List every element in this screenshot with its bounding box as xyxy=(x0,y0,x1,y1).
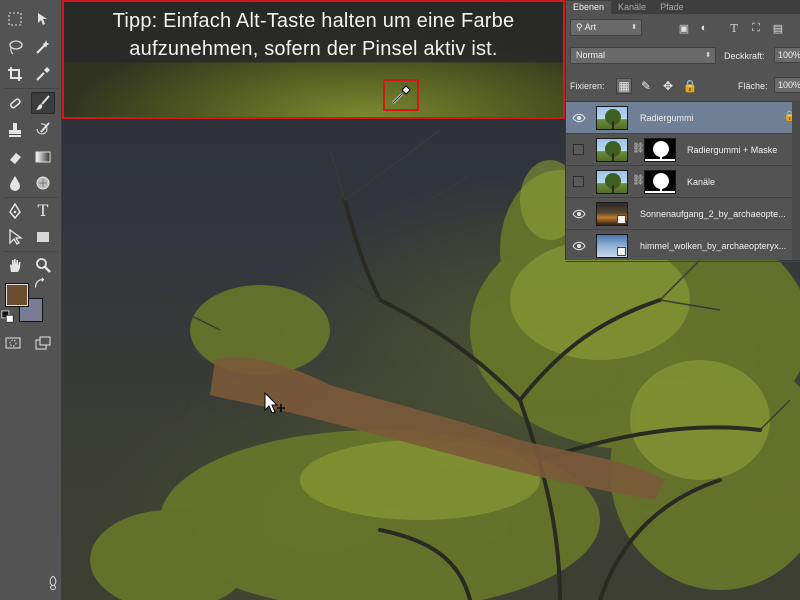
panel-tabs: Ebenen Kanäle Pfade xyxy=(566,0,800,14)
foreground-color-swatch[interactable] xyxy=(5,283,29,307)
smart-object-badge-icon xyxy=(617,215,626,224)
lasso-tool-icon[interactable] xyxy=(3,36,27,58)
smart-object-filter-icon[interactable]: ▤ xyxy=(770,20,786,36)
tab-pfade[interactable]: Pfade xyxy=(653,1,691,14)
layer-name: Sonnenaufgang_2_by_archaeopte... xyxy=(640,209,786,219)
visibility-eye-icon[interactable] xyxy=(572,207,586,221)
move-tool-icon[interactable] xyxy=(31,8,55,30)
tools-divider xyxy=(4,197,58,198)
fill-label: Fläche: xyxy=(738,81,768,91)
visibility-eye-icon[interactable] xyxy=(572,111,586,125)
tab-kanaele[interactable]: Kanäle xyxy=(611,1,653,14)
tools-divider xyxy=(4,251,58,252)
lock-all-icon[interactable]: 🔒 xyxy=(682,78,698,94)
search-icon: ⚲ xyxy=(576,22,585,32)
history-brush-tool-icon[interactable] xyxy=(31,119,55,141)
opacity-input[interactable]: 100% xyxy=(774,47,800,63)
layer-name: Radiergummi + Maske xyxy=(687,145,778,155)
lock-transparency-icon[interactable]: ▦ xyxy=(616,78,632,94)
layer-mask-thumbnail[interactable] xyxy=(644,138,676,162)
layer-row[interactable]: Radiergummi 🔒 xyxy=(566,102,800,134)
shape-filter-icon[interactable]: ⛶ xyxy=(748,20,764,36)
marquee-tool-icon[interactable] xyxy=(3,8,27,30)
lock-position-icon[interactable]: ✥ xyxy=(660,78,676,94)
pixel-filter-icon[interactable]: ▣ xyxy=(676,20,692,36)
eyedropper-cursor-highlight xyxy=(383,79,419,111)
visibility-eye-icon[interactable] xyxy=(572,239,586,253)
filter-kind-value: Art xyxy=(584,22,597,32)
eraser-tool-icon[interactable] xyxy=(3,146,27,168)
path-selection-tool-icon[interactable] xyxy=(3,226,27,248)
layer-name: himmel_wolken_by_archaeopteryx... xyxy=(640,241,787,251)
layer-name: Radiergummi xyxy=(640,113,694,123)
tools-divider xyxy=(4,88,58,89)
layer-row[interactable]: ⛓ Kanäle xyxy=(566,166,800,198)
zoom-tool-icon[interactable] xyxy=(31,254,55,276)
pen-tool-icon[interactable] xyxy=(3,200,27,222)
lock-row: Fixieren: ▦ ✎ ✥ 🔒 Fläche: 100% xyxy=(566,76,800,96)
chevron-down-icon: ⬍ xyxy=(705,52,711,59)
tip-overlay: Tipp: Einfach Alt-Taste halten um eine F… xyxy=(62,0,565,119)
watermark-logo-icon xyxy=(44,570,62,596)
blur-tool-icon[interactable] xyxy=(3,172,27,194)
mask-link-icon[interactable]: ⛓ xyxy=(632,143,645,154)
magic-wand-tool-icon[interactable] xyxy=(31,36,55,58)
layers-panel: Ebenen Kanäle Pfade ⚲ Art ⬍ ▣ ◐ T ⛶ ▤ No… xyxy=(565,0,800,262)
clone-stamp-tool-icon[interactable] xyxy=(3,119,27,141)
eyedropper-tool-icon[interactable] xyxy=(31,63,55,85)
layer-name: Kanäle xyxy=(687,177,716,187)
type-filter-icon[interactable]: T xyxy=(726,20,742,36)
hand-tool-icon[interactable] xyxy=(3,254,27,276)
lock-pixels-icon[interactable]: ✎ xyxy=(638,78,654,94)
layer-row[interactable]: ⛓ Radiergummi + Maske xyxy=(566,134,800,166)
layer-row[interactable]: himmel_wolken_by_archaeopteryx... xyxy=(566,230,800,262)
layer-row[interactable]: Sonnenaufgang_2_by_archaeopte... xyxy=(566,198,800,230)
layer-list: Radiergummi 🔒 ⛓ Radiergummi + Maske ⛓ Ka… xyxy=(566,101,800,262)
visibility-toggle-off[interactable] xyxy=(573,176,584,187)
tip-line-2: aufzunehmen, sofern der Pinsel aktiv ist… xyxy=(129,38,498,60)
rectangle-tool-icon[interactable] xyxy=(31,226,55,248)
lock-label: Fixieren: xyxy=(570,81,605,91)
blend-row: Normal ⬍ Deckkraft: 100% xyxy=(566,47,800,67)
layer-filter-row: ⚲ Art ⬍ ▣ ◐ T ⛶ ▤ xyxy=(566,19,800,39)
screen-mode-icon[interactable] xyxy=(31,332,55,354)
fill-input[interactable]: 100% xyxy=(774,77,800,93)
blend-mode-value: Normal xyxy=(576,50,606,60)
blend-mode-dropdown[interactable]: Normal ⬍ xyxy=(570,47,716,64)
layer-thumbnail xyxy=(596,106,628,130)
visibility-toggle-off[interactable] xyxy=(573,144,584,155)
tools-panel: T xyxy=(0,0,62,600)
dodge-tool-icon[interactable] xyxy=(31,172,55,194)
layer-thumbnail xyxy=(596,234,628,258)
layers-scrollbar[interactable] xyxy=(792,101,800,260)
gradient-tool-icon[interactable] xyxy=(31,146,55,168)
smart-object-badge-icon xyxy=(617,247,626,256)
healing-brush-tool-icon[interactable] xyxy=(3,92,27,114)
opacity-label: Deckkraft: xyxy=(724,51,765,61)
layer-thumbnail xyxy=(596,170,628,194)
layer-mask-thumbnail[interactable] xyxy=(644,170,676,194)
crop-tool-icon[interactable] xyxy=(3,63,27,85)
brush-tool-icon[interactable] xyxy=(31,92,55,114)
eyedropper-icon xyxy=(392,85,411,104)
tab-ebenen[interactable]: Ebenen xyxy=(566,1,612,14)
adjustment-filter-icon[interactable]: ◐ xyxy=(696,20,712,36)
quick-mask-icon[interactable] xyxy=(1,332,25,354)
default-colors-icon[interactable] xyxy=(1,310,15,323)
type-tool-icon[interactable]: T xyxy=(31,200,55,222)
chevron-down-icon: ⬍ xyxy=(631,24,637,31)
swap-colors-icon[interactable] xyxy=(33,277,47,290)
tip-text: Tipp: Einfach Alt-Taste halten um eine F… xyxy=(64,7,563,63)
layer-thumbnail xyxy=(596,202,628,226)
layer-thumbnail xyxy=(596,138,628,162)
tip-line-1: Tipp: Einfach Alt-Taste halten um eine F… xyxy=(112,10,515,32)
filter-kind-dropdown[interactable]: ⚲ Art ⬍ xyxy=(570,19,642,36)
mask-link-icon[interactable]: ⛓ xyxy=(632,175,645,186)
